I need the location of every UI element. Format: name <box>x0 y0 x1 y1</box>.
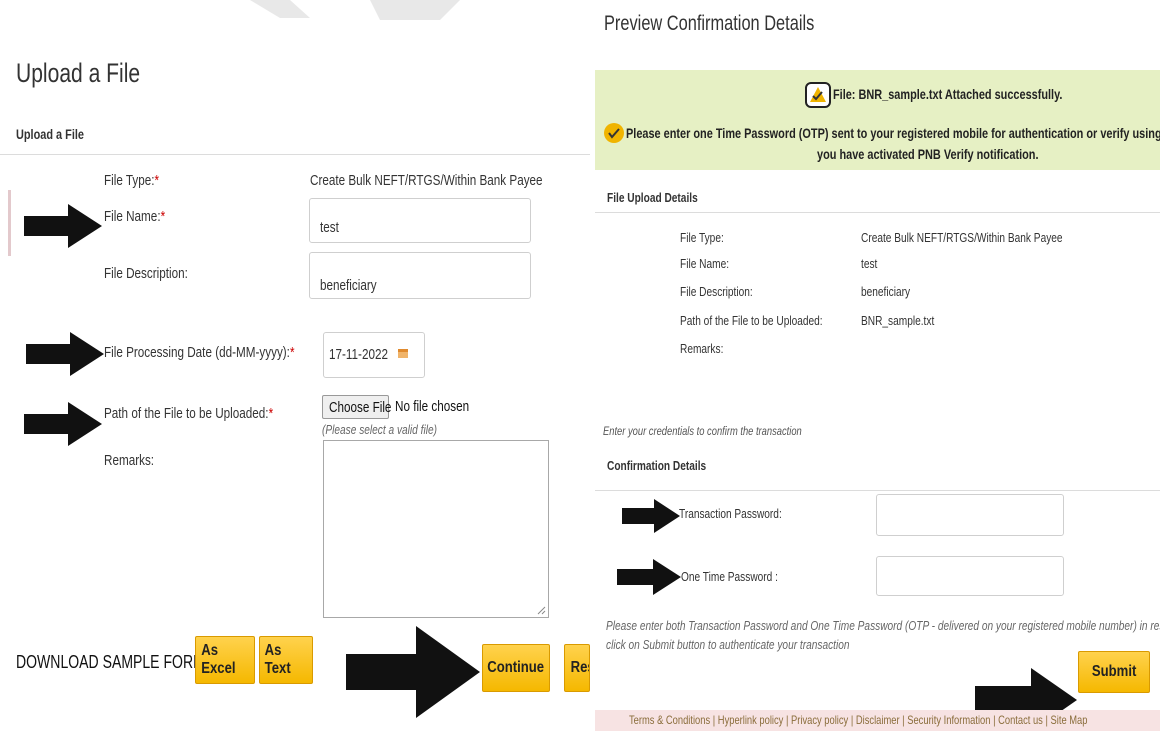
submit-button[interactable]: Submit <box>1078 651 1150 693</box>
detail-label: File Type: <box>680 230 724 245</box>
footer-separator: | <box>785 713 789 727</box>
file-name-input[interactable]: test <box>309 198 531 243</box>
as-text-button[interactable]: As Text <box>259 636 313 684</box>
path-label: Path of the File to be Uploaded:* <box>104 405 273 422</box>
choose-file-button[interactable]: Choose File <box>322 395 392 419</box>
page-title: Upload a File <box>16 58 141 88</box>
calendar-icon[interactable] <box>397 347 409 359</box>
proc-date-label-text: File Processing Date (dd-MM-yyyy): <box>104 344 290 361</box>
footer-link-security[interactable]: Security Information <box>907 713 990 727</box>
upload-details-divider <box>595 212 1160 213</box>
watermark <box>250 0 610 22</box>
footer-link-contact[interactable]: Contact us <box>998 713 1043 727</box>
arrow-continue <box>346 626 480 718</box>
right-panel: Preview Confirmation Details File: BNR_s… <box>595 0 1160 731</box>
required-mark: * <box>268 405 274 422</box>
file-desc-input-value: beneficiary <box>320 277 377 294</box>
remarks-label: Remarks: <box>104 452 155 469</box>
footer-link-privacy[interactable]: Privacy policy <box>791 713 848 727</box>
file-desc-input[interactable]: beneficiary <box>309 252 531 299</box>
confirmation-header: Confirmation Details <box>607 458 707 473</box>
choose-file-label: Choose File <box>329 399 392 416</box>
continue-label: Continue <box>487 659 545 676</box>
resize-handle-icon[interactable] <box>536 605 546 615</box>
txn-password-label: Transaction Password: <box>679 506 782 521</box>
file-desc-label: File Description: <box>104 265 188 282</box>
otp-message-line2: you have activated PNB Verify notificati… <box>817 146 1039 162</box>
instructions-line2: click on Submit button to authenticate y… <box>606 637 850 652</box>
required-mark: * <box>154 172 160 189</box>
instructions-line1: Please enter both Transaction Password a… <box>606 618 1160 633</box>
submit-label: Submit <box>1091 663 1137 680</box>
detail-value: Create Bulk NEFT/RTGS/Within Bank Payee <box>861 230 1063 245</box>
confirmation-divider <box>595 490 1160 491</box>
success-message: File: BNR_sample.txt Attached successful… <box>833 86 1063 102</box>
file-type-label-text: File Type: <box>104 172 155 189</box>
required-mark: * <box>160 208 166 225</box>
remarks-textarea[interactable] <box>323 440 549 618</box>
continue-button[interactable]: Continue <box>482 644 550 692</box>
proc-date-input[interactable]: 17-11-2022 <box>323 332 425 378</box>
detail-label: File Name: <box>680 256 730 271</box>
credentials-hint: Enter your credentials to confirm the tr… <box>603 424 802 438</box>
footer-separator: | <box>712 713 716 727</box>
valid-file-hint: (Please select a valid file) <box>322 422 437 437</box>
arrow-file-path <box>24 402 102 446</box>
section-header: Upload a File <box>16 126 84 142</box>
file-name-label: File Name:* <box>104 208 165 225</box>
file-type-label: File Type:* <box>104 172 159 189</box>
warning-icon <box>604 123 624 143</box>
as-excel-label: As Excel <box>201 642 236 677</box>
footer-links: Terms & Conditions | Hyperlink policy | … <box>629 713 1087 727</box>
as-text-label: As Text <box>264 642 291 677</box>
upload-details-header: File Upload Details <box>607 190 698 205</box>
detail-value: BNR_sample.txt <box>861 313 935 328</box>
file-name-input-value: test <box>320 219 339 236</box>
file-name-label-text: File Name: <box>104 208 161 225</box>
section-divider <box>0 154 590 155</box>
otp-input[interactable] <box>876 556 1064 596</box>
arrow-file-name <box>24 204 102 248</box>
required-mark: * <box>289 344 295 361</box>
footer-separator: | <box>902 713 905 727</box>
notice-box: File: BNR_sample.txt Attached successful… <box>595 70 1160 170</box>
reset-button[interactable]: Res <box>564 644 590 692</box>
detail-label: Remarks: <box>680 341 724 356</box>
otp-message-line1: Please enter one Time Password (OTP) sen… <box>626 125 1160 141</box>
footer-separator: | <box>1045 713 1048 727</box>
watermark-shape <box>250 0 460 20</box>
left-panel: Upload a File Upload a File File Type:* … <box>0 0 590 731</box>
reset-label: Res <box>570 659 589 676</box>
otp-label: One Time Password : <box>681 569 778 584</box>
as-excel-button[interactable]: As Excel <box>195 636 255 684</box>
footer-separator: | <box>993 713 996 727</box>
arrow-processing-date <box>26 332 104 376</box>
preview-title: Preview Confirmation Details <box>604 12 815 35</box>
footer-link-disclaimer[interactable]: Disclaimer <box>856 713 900 727</box>
footer-link-sitemap[interactable]: Site Map <box>1051 713 1088 727</box>
proc-date-input-value: 17-11-2022 <box>329 346 388 363</box>
proc-date-label: File Processing Date (dd-MM-yyyy):* <box>104 344 295 361</box>
footer-separator: | <box>850 713 854 727</box>
path-label-text: Path of the File to be Uploaded: <box>104 405 269 422</box>
detail-value: beneficiary <box>861 284 911 299</box>
attachment-success-icon <box>805 82 831 108</box>
arrow-otp <box>617 559 681 595</box>
footer-link-terms[interactable]: Terms & Conditions <box>629 713 710 727</box>
left-accent-bar <box>8 190 11 256</box>
detail-value: test <box>861 256 878 271</box>
footer-link-hyperlink[interactable]: Hyperlink policy <box>718 713 784 727</box>
detail-label: File Description: <box>680 284 753 299</box>
file-type-value: Create Bulk NEFT/RTGS/Within Bank Payee <box>310 172 543 189</box>
detail-label: Path of the File to be Uploaded: <box>680 313 823 328</box>
no-file-text: No file chosen <box>395 398 470 415</box>
arrow-txn-password <box>622 499 680 533</box>
txn-password-input[interactable] <box>876 494 1064 536</box>
